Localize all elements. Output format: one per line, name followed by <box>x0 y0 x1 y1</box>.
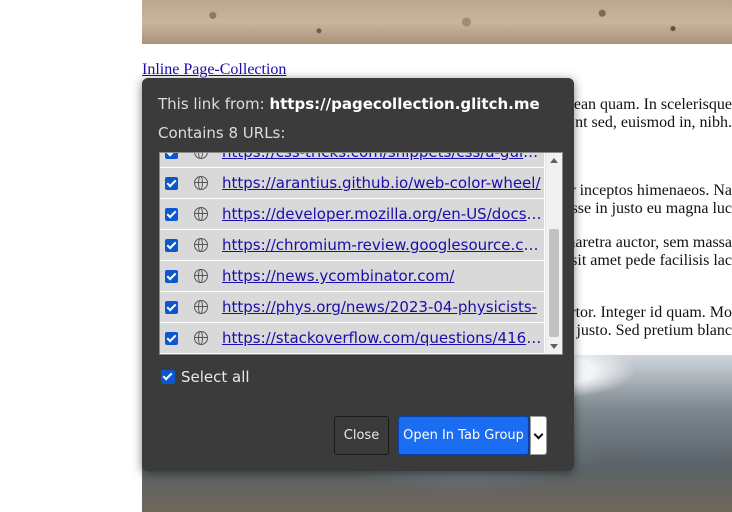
url-checkbox[interactable] <box>165 269 178 283</box>
url-row[interactable]: https://news.ycombinator.com/ <box>160 261 544 292</box>
link-source-label: This link from: <box>158 95 270 113</box>
url-link[interactable]: https://developer.mozilla.org/en-US/docs… <box>222 205 544 223</box>
globe-icon <box>194 269 208 283</box>
chevron-down-icon <box>533 429 544 439</box>
globe-icon <box>194 300 208 314</box>
url-list-scrollbar[interactable] <box>545 153 562 354</box>
globe-icon <box>194 176 208 190</box>
link-source-url: https://pagecollection.glitch.me <box>269 95 540 113</box>
url-checkbox[interactable] <box>165 153 178 159</box>
open-options-dropdown[interactable] <box>530 416 547 455</box>
url-checkbox[interactable] <box>165 300 178 314</box>
url-checkbox[interactable] <box>165 176 178 190</box>
select-all-option[interactable]: Select all <box>161 368 250 386</box>
url-row[interactable]: https://stackoverflow.com/questions/4163… <box>160 323 544 354</box>
url-link[interactable]: https://stackoverflow.com/questions/4163… <box>222 329 544 347</box>
url-checkbox[interactable] <box>165 238 178 252</box>
url-checkbox[interactable] <box>165 207 178 221</box>
url-row[interactable]: https://phys.org/news/2023-04-physicists… <box>160 292 544 323</box>
url-link[interactable]: https://news.ycombinator.com/ <box>222 267 544 285</box>
globe-icon <box>194 153 208 159</box>
inline-page-collection-link[interactable]: Inline Page-Collection <box>142 61 286 79</box>
url-link[interactable]: https://css-tricks.com/snippets/css/a-gu… <box>222 153 544 161</box>
open-in-tab-group-button[interactable]: Open In Tab Group <box>398 416 529 455</box>
url-checkbox[interactable] <box>165 331 178 345</box>
url-link[interactable]: https://phys.org/news/2023-04-physicists… <box>222 298 544 316</box>
url-row[interactable]: https://developer.mozilla.org/en-US/docs… <box>160 199 544 230</box>
close-button[interactable]: Close <box>334 416 389 455</box>
url-count: Contains 8 URLs: <box>158 124 286 142</box>
scroll-thumb[interactable] <box>549 229 559 337</box>
select-all-label: Select all <box>181 368 250 386</box>
globe-icon <box>194 331 208 345</box>
scroll-up-arrow-icon[interactable] <box>550 158 558 163</box>
link-source: This link from: https://pagecollection.g… <box>158 95 540 113</box>
page-collection-dialog: This link from: https://pagecollection.g… <box>142 78 574 471</box>
globe-icon <box>194 207 208 221</box>
url-row[interactable]: https://chromium-review.googlesource.com… <box>160 230 544 261</box>
url-list[interactable]: https://css-tricks.com/snippets/css/a-gu… <box>159 152 563 355</box>
url-link[interactable]: https://arantius.github.io/web-color-whe… <box>222 174 544 192</box>
globe-icon <box>194 238 208 252</box>
select-all-checkbox[interactable] <box>161 370 175 384</box>
url-row[interactable]: https://css-tricks.com/snippets/css/a-gu… <box>160 153 544 168</box>
page-image-top <box>142 0 732 44</box>
url-link[interactable]: https://chromium-review.googlesource.com… <box>222 236 544 254</box>
scroll-down-arrow-icon[interactable] <box>550 344 558 349</box>
url-row[interactable]: https://arantius.github.io/web-color-whe… <box>160 168 544 199</box>
